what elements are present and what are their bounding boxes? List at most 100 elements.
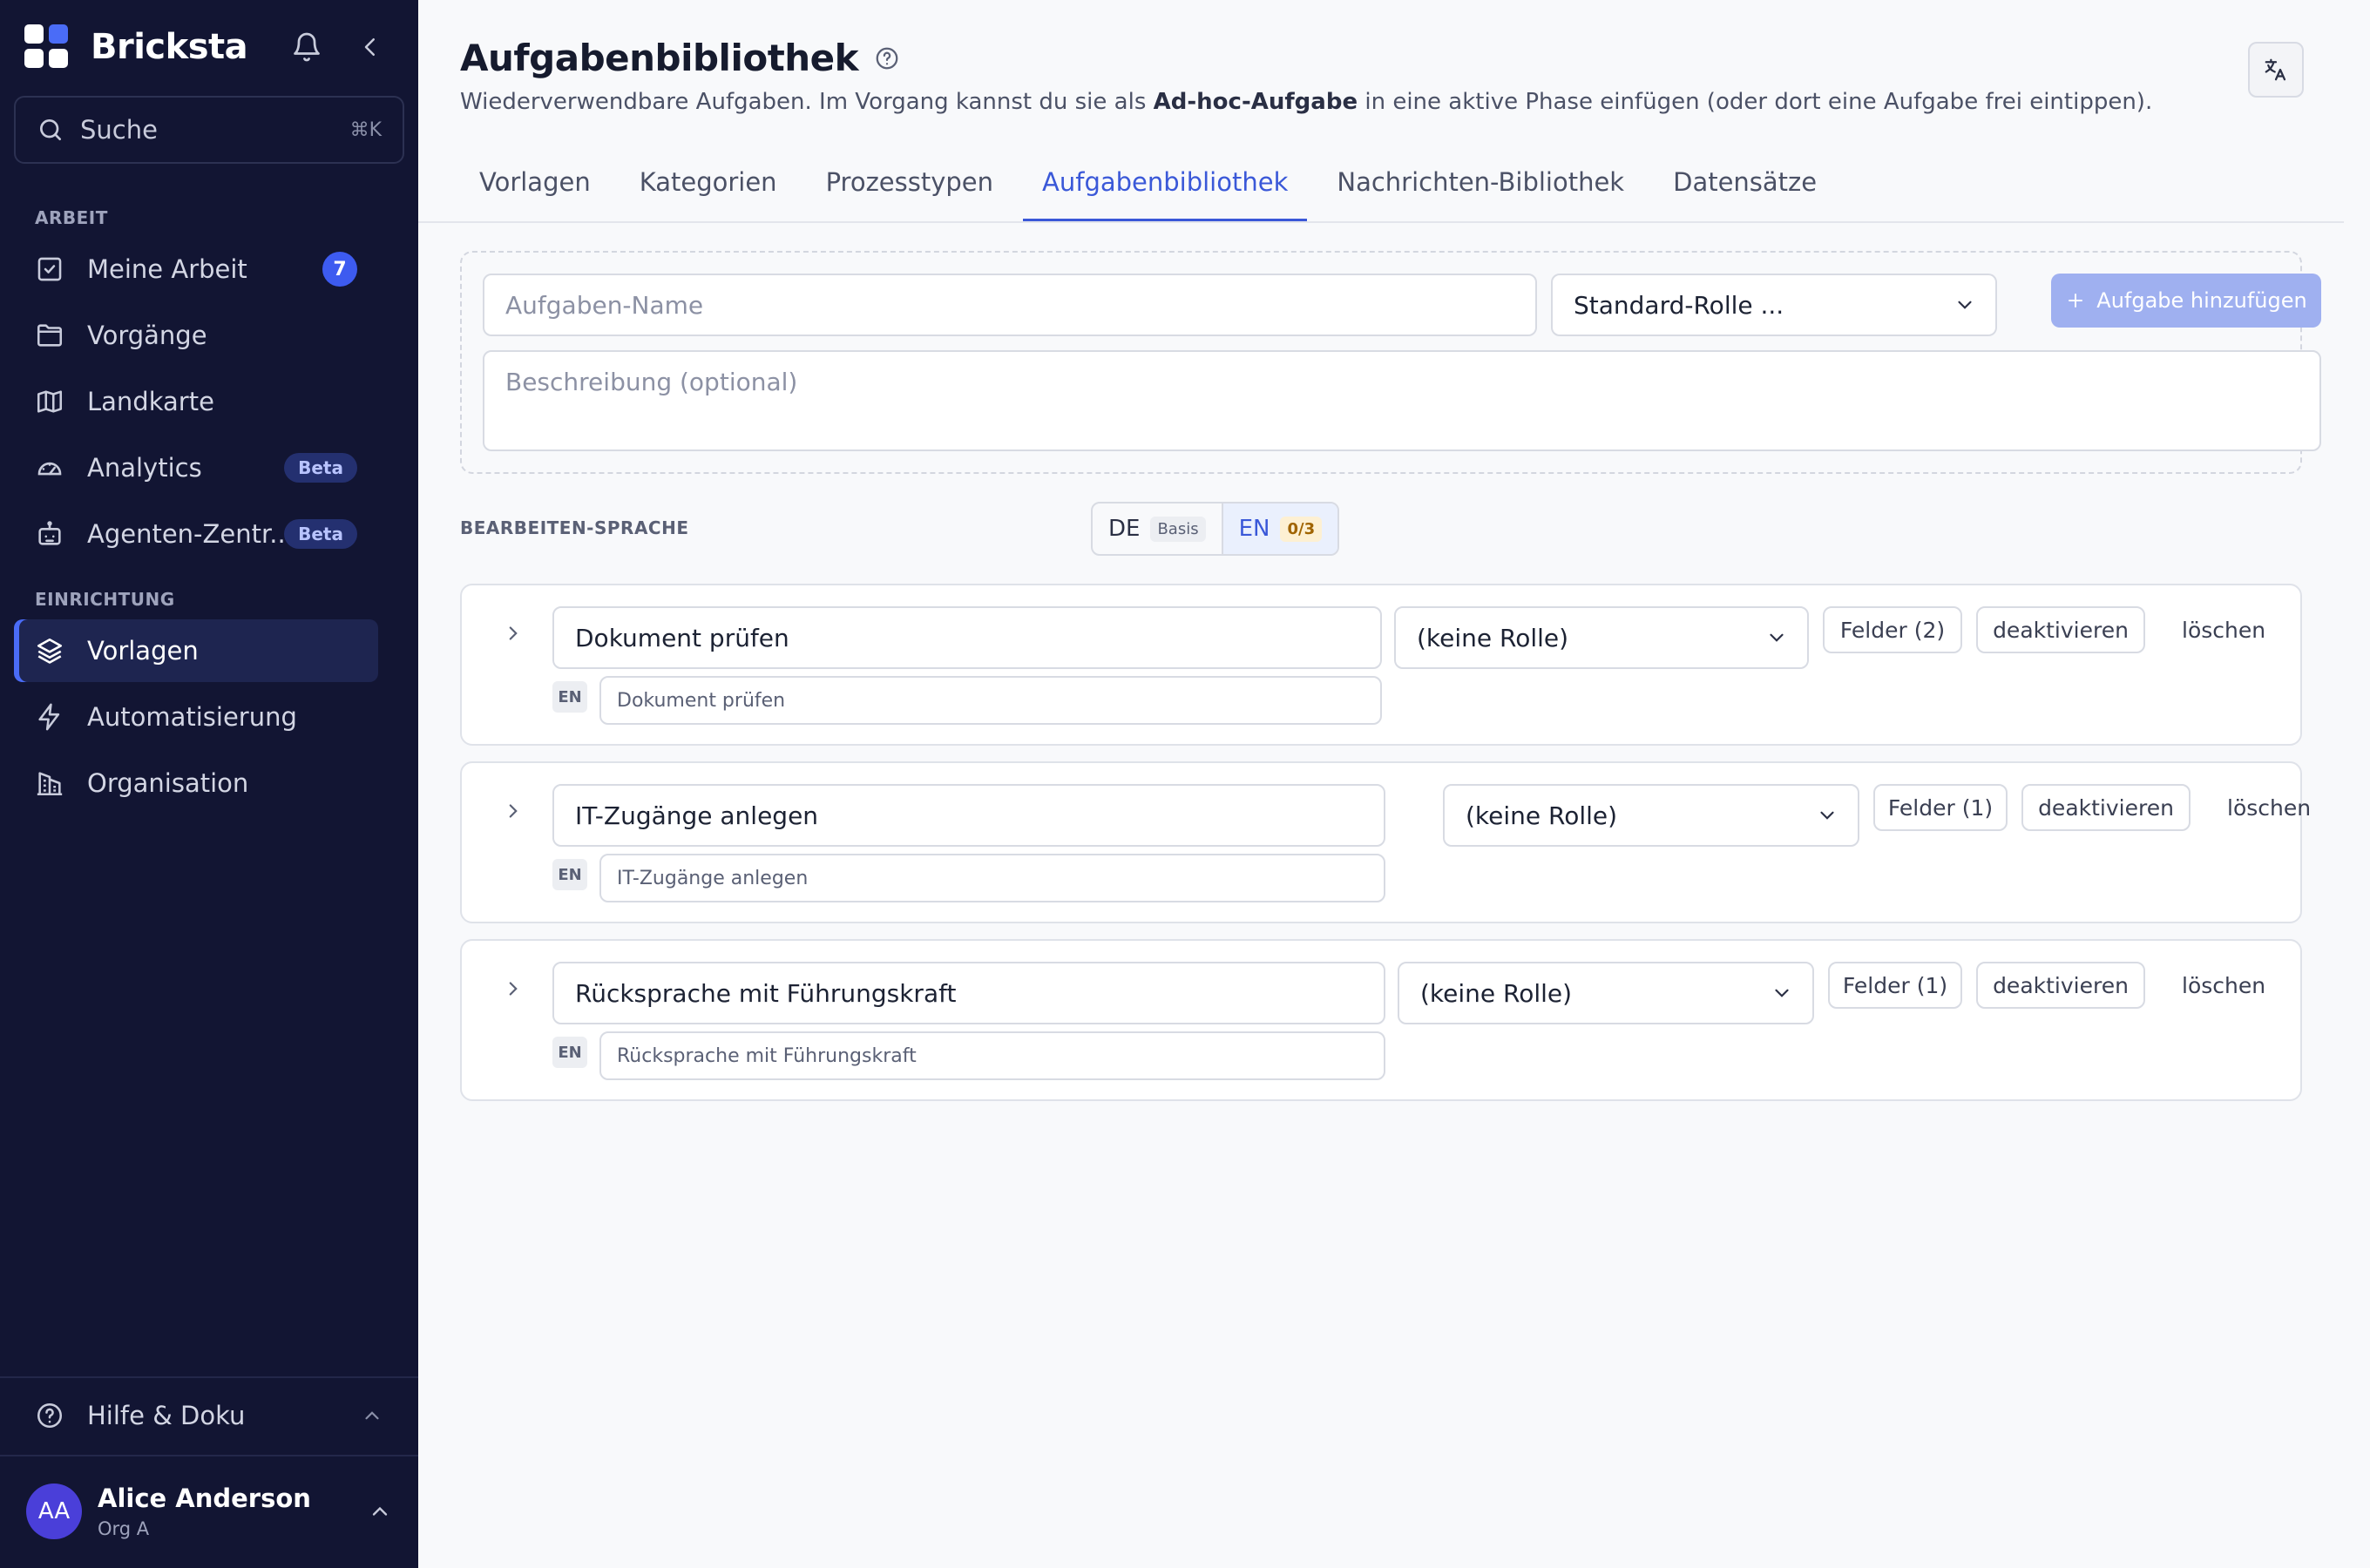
tab-nachrichten-bibliothek[interactable]: Nachrichten-Bibliothek bbox=[1317, 153, 1643, 221]
new-task-form: Aufgaben-Name Standard-Rolle ... Aufgabe… bbox=[460, 251, 2321, 474]
tab-prozesstypen[interactable]: Prozesstypen bbox=[807, 153, 1012, 221]
sidebar-item-label: Agenten-Zentr... bbox=[87, 519, 285, 549]
page-title: Aufgabenbibliothek bbox=[460, 37, 859, 79]
sidebar-item-agenten-zentrale[interactable]: Agenten-Zentr... Beta bbox=[14, 503, 378, 565]
task-row: Rücksprache mit Führungskraft (keine Rol… bbox=[460, 939, 2302, 1101]
default-role-select[interactable]: Standard-Rolle ... bbox=[1551, 274, 1997, 336]
sidebar-item-label: Meine Arbeit bbox=[87, 254, 247, 284]
chevron-up-icon bbox=[372, 1506, 388, 1516]
fields-button[interactable]: Felder (1) bbox=[1873, 784, 2008, 831]
sidebar-item-label: Landkarte bbox=[87, 387, 214, 416]
task-role-value: (keine Rolle) bbox=[1466, 801, 1618, 830]
brand[interactable]: Bricksta bbox=[24, 23, 248, 71]
help-label: Hilfe & Doku bbox=[87, 1401, 246, 1430]
default-role-placeholder: Standard-Rolle ... bbox=[1574, 290, 1784, 320]
chevron-down-icon bbox=[1770, 633, 1784, 642]
task-name-field[interactable]: Rücksprache mit Führungskraft bbox=[552, 962, 1385, 1024]
edit-language-label: BEARBEITEN-SPRACHE bbox=[460, 517, 689, 538]
fields-button[interactable]: Felder (2) bbox=[1823, 606, 1962, 653]
robot-icon bbox=[38, 521, 61, 545]
user-text: Alice Anderson Org A bbox=[98, 1484, 368, 1539]
sidebar-item-organisation[interactable]: Organisation bbox=[14, 752, 378, 814]
layers-icon bbox=[37, 638, 63, 664]
translation-input[interactable]: Rücksprache mit Führungskraft bbox=[599, 1031, 1385, 1080]
sidebar-item-vorlagen[interactable]: Vorlagen bbox=[14, 619, 378, 682]
task-name-field[interactable]: IT-Zugänge anlegen bbox=[552, 784, 1385, 847]
fields-button[interactable]: Felder (1) bbox=[1828, 962, 1962, 1009]
subtitle-text: Wiederverwendbare Aufgaben. Im Vorgang k… bbox=[460, 89, 1154, 115]
avatar: AA bbox=[26, 1484, 82, 1539]
add-task-label: Aufgabe hinzufügen bbox=[2096, 288, 2307, 313]
language-option-en[interactable]: EN 0/3 bbox=[1221, 504, 1338, 554]
translation-input[interactable]: Dokument prüfen bbox=[599, 676, 1382, 725]
task-role-value: (keine Rolle) bbox=[1417, 623, 1569, 652]
sidebar-item-label: Automatisierung bbox=[87, 702, 297, 732]
plus-icon bbox=[2069, 294, 2083, 308]
sidebar-item-automatisierung[interactable]: Automatisierung bbox=[14, 686, 378, 748]
search-icon bbox=[40, 119, 61, 140]
description-textarea[interactable]: Beschreibung (optional) bbox=[483, 350, 2321, 451]
chevron-down-icon bbox=[1958, 301, 1972, 309]
tab-datensaetze[interactable]: Datensätze bbox=[1654, 153, 1836, 221]
gauge-icon bbox=[37, 462, 62, 476]
main-content: Aufgabenbibliothek Wiederverwendbare Auf… bbox=[418, 0, 2370, 1568]
search-placeholder: Suche bbox=[80, 115, 158, 145]
sidebar-item-vorgaenge[interactable]: Vorgänge bbox=[14, 304, 378, 367]
delete-button[interactable]: löschen bbox=[2182, 606, 2265, 653]
task-role-select[interactable]: (keine Rolle) bbox=[1398, 962, 1814, 1024]
lightning-icon bbox=[38, 703, 60, 731]
sidebar-item-analytics[interactable]: Analytics Beta bbox=[14, 436, 378, 499]
language-code: EN bbox=[1238, 516, 1270, 542]
beta-badge: Beta bbox=[284, 453, 357, 483]
delete-button[interactable]: löschen bbox=[2227, 784, 2311, 831]
tab-kategorien[interactable]: Kategorien bbox=[620, 153, 796, 221]
chevron-right-icon[interactable] bbox=[502, 800, 525, 822]
user-name: Alice Anderson bbox=[98, 1484, 311, 1513]
bricksta-logo-icon bbox=[24, 24, 70, 70]
sidebar-divider bbox=[0, 1455, 418, 1456]
deactivate-button[interactable]: deaktivieren bbox=[1976, 606, 2145, 653]
help-and-docs-button[interactable]: Hilfe & Doku bbox=[14, 1387, 404, 1444]
language-option-de[interactable]: DE Basis bbox=[1093, 504, 1222, 554]
add-task-button[interactable]: Aufgabe hinzufügen bbox=[2051, 274, 2321, 328]
search-shortcut: ⌘K bbox=[349, 118, 382, 141]
task-row: IT-Zugänge anlegen (keine Rolle) Felder … bbox=[460, 761, 2311, 923]
bell-icon[interactable] bbox=[291, 31, 322, 63]
help-circle-icon[interactable] bbox=[874, 45, 900, 71]
task-name-field[interactable]: Dokument prüfen bbox=[552, 606, 1382, 669]
language-tag: EN bbox=[552, 1037, 587, 1068]
sidebar-item-meine-arbeit[interactable]: Meine Arbeit 7 bbox=[14, 238, 378, 301]
delete-button[interactable]: löschen bbox=[2182, 962, 2265, 1009]
folder-icon bbox=[37, 324, 63, 347]
sidebar: Bricksta Suche ⌘K ARBEIT Meine Arbeit 7 … bbox=[0, 0, 418, 1568]
edit-language-toggle: DE Basis EN 0/3 bbox=[1091, 502, 1340, 556]
sidebar-divider bbox=[0, 1376, 418, 1378]
translate-button[interactable] bbox=[2248, 42, 2304, 98]
check-square-icon bbox=[37, 257, 62, 281]
chevron-up-icon bbox=[365, 1411, 379, 1420]
tabs-divider bbox=[418, 221, 2344, 223]
deactivate-button[interactable]: deaktivieren bbox=[2021, 784, 2191, 831]
sidebar-item-label: Vorlagen bbox=[87, 636, 199, 666]
user-menu[interactable]: AA Alice Anderson Org A bbox=[26, 1481, 392, 1542]
tab-aufgabenbibliothek[interactable]: Aufgabenbibliothek bbox=[1023, 153, 1308, 221]
collapse-sidebar-icon[interactable] bbox=[357, 31, 383, 63]
task-role-select[interactable]: (keine Rolle) bbox=[1394, 606, 1809, 669]
chevron-right-icon[interactable] bbox=[502, 977, 525, 1000]
task-role-select[interactable]: (keine Rolle) bbox=[1443, 784, 1859, 847]
building-icon bbox=[37, 772, 63, 796]
translation-progress-tag: 0/3 bbox=[1280, 516, 1323, 542]
sidebar-item-label: Organisation bbox=[87, 768, 249, 798]
page-subtitle: Wiederverwendbare Aufgaben. Im Vorgang k… bbox=[460, 89, 2152, 115]
language-tag: Basis bbox=[1150, 516, 1206, 542]
deactivate-button[interactable]: deaktivieren bbox=[1976, 962, 2145, 1009]
subtitle-emphasis: Ad-hoc-Aufgabe bbox=[1153, 89, 1358, 115]
search-input[interactable]: Suche ⌘K bbox=[14, 96, 404, 164]
help-circle-icon bbox=[37, 1402, 63, 1429]
brand-name: Bricksta bbox=[91, 27, 248, 67]
translation-input[interactable]: IT-Zugänge anlegen bbox=[599, 854, 1385, 902]
tab-vorlagen[interactable]: Vorlagen bbox=[460, 153, 610, 221]
task-name-input[interactable]: Aufgaben-Name bbox=[483, 274, 1537, 336]
sidebar-item-landkarte[interactable]: Landkarte bbox=[14, 370, 378, 433]
chevron-right-icon[interactable] bbox=[502, 622, 525, 645]
